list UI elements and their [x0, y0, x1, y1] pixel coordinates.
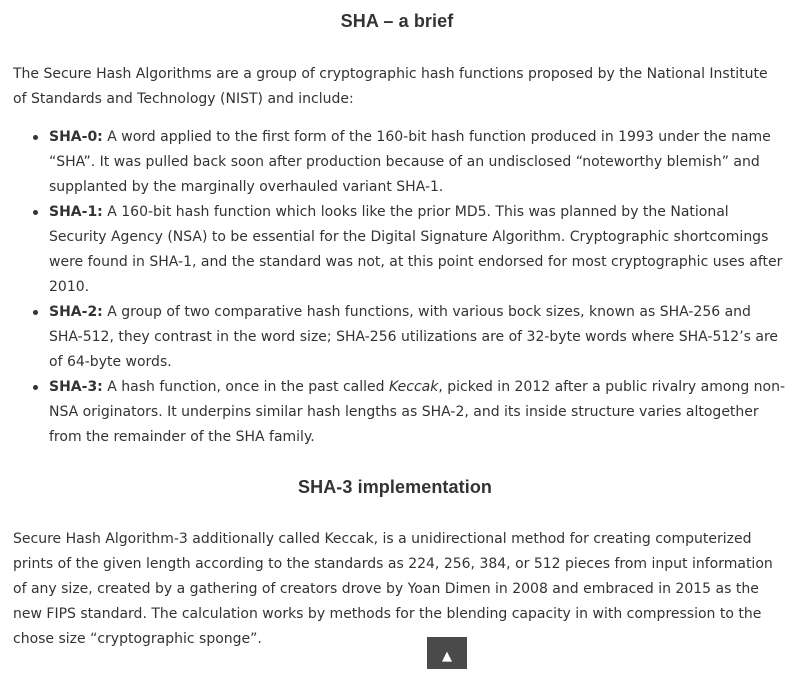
item-text: A group of two comparative hash function…: [49, 304, 779, 370]
article-page: SHA – a brief The Secure Hash Algorithms…: [0, 0, 802, 669]
item-text: A 160-bit hash function which looks like…: [49, 204, 783, 295]
bullet-dot: [33, 135, 38, 140]
section-title-sha3-implementation: SHA-3 implementation: [297, 477, 493, 497]
list-item-sha-0: SHA-0: A word applied to the first form …: [33, 125, 789, 200]
item-label: SHA-3:: [49, 379, 103, 395]
arrow-up-icon: ▲: [442, 649, 452, 664]
item-text: A word applied to the first form of the …: [49, 129, 771, 195]
item-label: SHA-1:: [49, 204, 103, 220]
bullet-dot: [33, 385, 38, 390]
list-item-sha-3: SHA-3: A hash function, once in the past…: [33, 375, 789, 450]
item-label: SHA-0:: [49, 129, 103, 145]
intro-paragraph: The Secure Hash Algorithms are a group o…: [13, 66, 768, 107]
item-text: A hash function, once in the past called: [102, 379, 389, 395]
item-label: SHA-2:: [49, 304, 103, 320]
section-title-sha-brief: SHA – a brief: [340, 11, 454, 31]
bullet-dot: [33, 310, 38, 315]
list-item-sha-2: SHA-2: A group of two comparative hash f…: [33, 300, 789, 375]
back-to-top-button[interactable]: ▲: [427, 637, 467, 669]
list-item-sha-1: SHA-1: A 160-bit hash function which loo…: [33, 200, 789, 300]
item-emphasis-keccak: Keccak: [388, 379, 439, 395]
implementation-paragraph: Secure Hash Algorithm-3 additionally cal…: [13, 531, 773, 647]
sha-variants-list: SHA-0: A word applied to the first form …: [33, 125, 789, 450]
bullet-dot: [33, 210, 38, 215]
